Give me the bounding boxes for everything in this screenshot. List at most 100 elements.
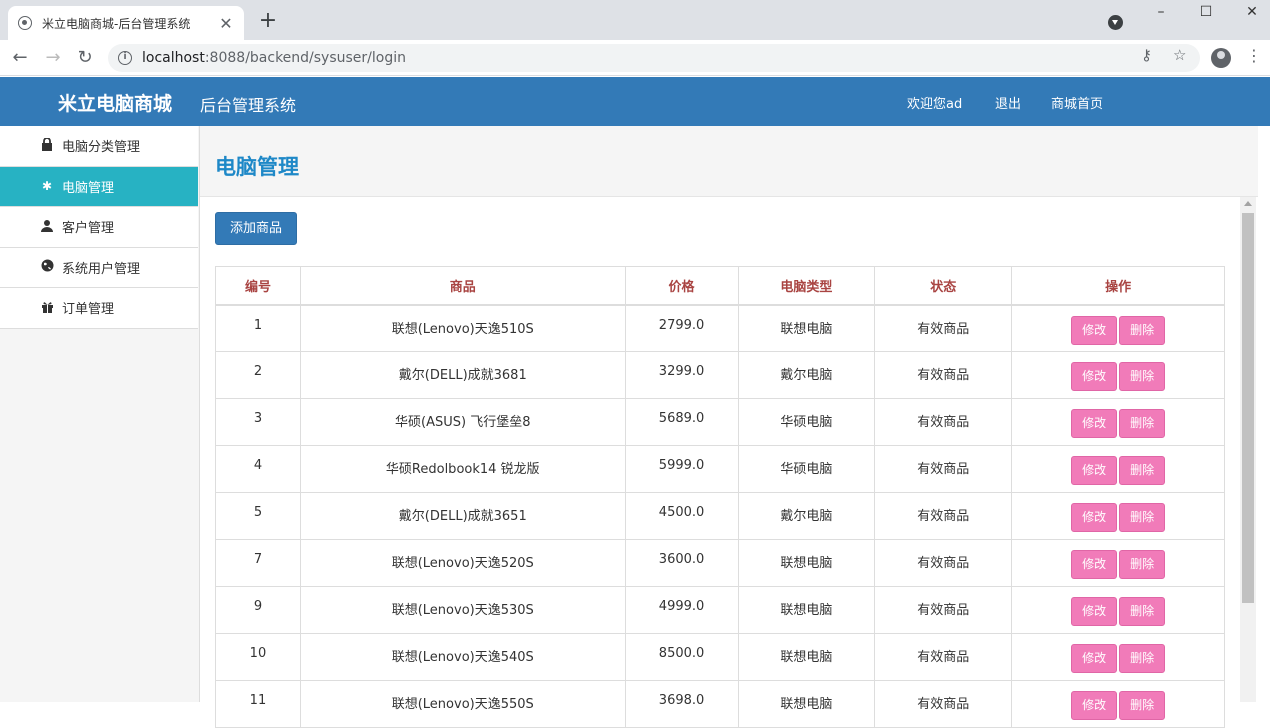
sidebar-item-sysusers[interactable]: 系统用户管理 [0,247,198,288]
cell-type: 联想电脑 [737,633,876,681]
column-header-actions: 操作 [1011,266,1225,306]
cell-type: 联想电脑 [737,586,876,634]
edit-button[interactable]: 修改 [1071,597,1118,626]
star-icon[interactable]: ☆ [1173,46,1186,64]
sidebar-item-category[interactable]: 电脑分类管理 [0,126,198,167]
edit-button[interactable]: 修改 [1071,409,1118,438]
cell-type: 戴尔电脑 [737,351,876,399]
sidebar-item-label: 客户管理 [62,221,115,237]
cell-type: 联想电脑 [737,304,876,352]
back-icon[interactable]: ← [8,46,32,70]
menu-icon[interactable]: ⋮ [1246,46,1262,65]
browser-tab[interactable]: 米立电脑商城-后台管理系统 ✕ [8,6,244,40]
cell-status: 有效商品 [874,586,1013,634]
cell-price: 2799.0 [624,304,739,352]
tab-title: 米立电脑商城-后台管理系统 [42,16,191,31]
reload-icon[interactable]: ↻ [73,46,97,70]
window-close-icon[interactable]: ✕ [1237,2,1267,26]
edit-button[interactable]: 修改 [1071,550,1118,579]
welcome-link[interactable]: 欢迎您ad [907,93,962,112]
delete-button[interactable]: 删除 [1119,315,1166,345]
cell-id: 7 [215,539,301,587]
products-table: 编号 商品 价格 电脑类型 状态 操作 1 联想(Lenovo)天逸510S 279… [215,266,1225,728]
cell-price: 4500.0 [624,492,739,540]
cell-id: 1 [215,304,301,352]
cell-status: 有效商品 [874,680,1013,728]
cell-price: 5689.0 [624,398,739,446]
edit-button[interactable]: 修改 [1071,691,1118,720]
delete-button[interactable]: 删除 [1119,691,1166,720]
table-row: 4 华硕Redolbook14 锐龙版 5999.0 华硕电脑 有效商品 修改 删除 [215,445,1225,493]
cell-actions: 修改 删除 [1011,492,1225,540]
table-header-row: 编号 商品 价格 电脑类型 状态 操作 [215,266,1225,306]
close-icon[interactable]: ✕ [218,14,234,33]
delete-button[interactable]: 删除 [1119,644,1166,673]
cell-product-name: 联想(Lenovo)天逸530S [299,586,626,634]
table-row: 5 戴尔(DELL)成就3651 4500.0 戴尔电脑 有效商品 修改 删除 [215,492,1225,540]
brand-logo[interactable]: 米立电脑商城 [58,89,172,116]
globe-icon [40,259,54,275]
edit-button[interactable]: 修改 [1071,315,1118,345]
logout-link[interactable]: 退出 [995,93,1021,112]
table-row: 10 联想(Lenovo)天逸540S 8500.0 联想电脑 有效商品 修改 删除 [215,633,1225,681]
column-header-type: 电脑类型 [737,266,876,306]
cell-product-name: 联想(Lenovo)天逸550S [299,680,626,728]
cell-status: 有效商品 [874,398,1013,446]
delete-button[interactable]: 删除 [1119,362,1166,391]
tab-search-icon[interactable] [1108,15,1123,30]
info-icon[interactable]: i [118,51,132,65]
cell-status: 有效商品 [874,492,1013,540]
cell-price: 3698.0 [624,680,739,728]
sidebar-item-orders[interactable]: 订单管理 [0,288,198,329]
delete-button[interactable]: 删除 [1119,409,1166,438]
column-header-status: 状态 [874,266,1013,306]
delete-button[interactable]: 删除 [1119,503,1166,532]
browser-toolbar: ← → ↻ i localhost:8088/backend/sysuser/l… [0,40,1270,76]
cell-status: 有效商品 [874,304,1013,352]
scrollbar[interactable] [1240,197,1256,702]
edit-button[interactable]: 修改 [1071,503,1118,532]
new-tab-button[interactable]: + [256,8,280,34]
page-header: 电脑管理 [200,126,1258,197]
cell-product-name: 联想(Lenovo)天逸510S [299,304,626,352]
minimize-icon[interactable]: – [1146,2,1176,26]
sidebar-item-label: 订单管理 [62,302,115,318]
cell-actions: 修改 删除 [1011,304,1225,352]
cell-id: 3 [215,398,301,446]
sidebar-item-label: 系统用户管理 [62,261,141,277]
delete-button[interactable]: 删除 [1119,456,1166,485]
cell-type: 华硕电脑 [737,445,876,493]
add-product-button[interactable]: 添加商品 [215,212,297,245]
forward-icon[interactable]: → [41,46,65,70]
cell-product-name: 华硕(ASUS) 飞行堡垒8 [299,398,626,446]
scroll-thumb[interactable] [1242,213,1254,603]
url-host: localhost [142,50,205,66]
cell-actions: 修改 删除 [1011,539,1225,587]
home-link[interactable]: 商城首页 [1051,93,1103,112]
cell-product-name: 戴尔(DELL)成就3681 [299,351,626,399]
delete-button[interactable]: 删除 [1119,597,1166,626]
address-bar[interactable]: i localhost:8088/backend/sysuser/login [108,44,1200,72]
cell-status: 有效商品 [874,633,1013,681]
sidebar-item-customers[interactable]: 客户管理 [0,207,198,248]
key-icon[interactable]: ⚷ [1141,46,1152,64]
gift-icon [40,300,54,316]
page-title: 电脑管理 [215,155,299,179]
scroll-up-icon[interactable] [1244,201,1252,206]
sidebar-item-computers[interactable]: ✱ 电脑管理 [0,166,198,207]
table-row: 2 戴尔(DELL)成就3681 3299.0 戴尔电脑 有效商品 修改 删除 [215,351,1225,399]
cell-type: 联想电脑 [737,539,876,587]
cell-price: 8500.0 [624,633,739,681]
cell-type: 华硕电脑 [737,398,876,446]
edit-button[interactable]: 修改 [1071,456,1118,485]
profile-avatar-icon[interactable] [1211,48,1231,68]
edit-button[interactable]: 修改 [1071,644,1118,673]
cell-product-name: 戴尔(DELL)成就3651 [299,492,626,540]
maximize-icon[interactable]: ☐ [1191,2,1221,26]
sidebar-item-label: 电脑管理 [62,180,115,196]
edit-button[interactable]: 修改 [1071,362,1118,391]
cell-id: 5 [215,492,301,540]
cell-id: 4 [215,445,301,493]
user-icon [40,219,54,235]
delete-button[interactable]: 删除 [1119,550,1166,579]
